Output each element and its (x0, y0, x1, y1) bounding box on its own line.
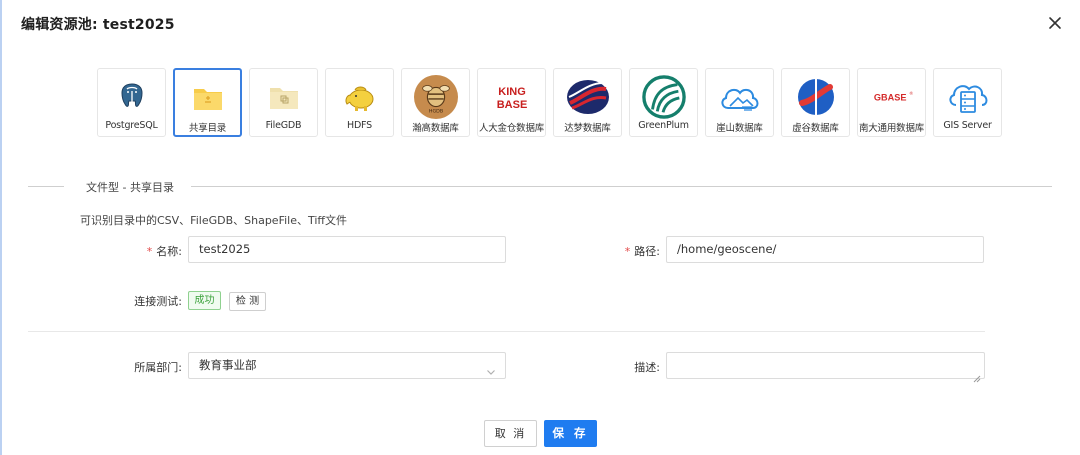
window-edge (0, 0, 2, 455)
gbase-registered-mark: ® (909, 90, 913, 96)
department-label: 所属部门: (134, 361, 182, 374)
type-label: FileGDB (265, 120, 302, 131)
name-label-wrap: * 名称: (110, 243, 182, 259)
resize-grip-icon[interactable] (973, 367, 981, 383)
type-label: PostgreSQL (105, 120, 158, 131)
type-card-xugu[interactable]: 虚谷数据库 (781, 68, 850, 137)
gbase-logo-icon: GBASE ® (870, 75, 914, 119)
highgo-logo-text: HGDB (428, 108, 442, 114)
type-label: 瀚高数据库 (412, 123, 459, 134)
dialog-title: 编辑资源池: test2025 (21, 17, 175, 33)
section-divider-left (28, 186, 64, 187)
form-divider (28, 331, 985, 332)
section-title: 文件型 - 共享目录 (86, 181, 174, 194)
datasource-type-list: PostgreSQL 共享目录 FileGDB HDFS HGDB 瀚高数据库 … (97, 68, 1009, 137)
name-label: 名称: (156, 245, 182, 258)
greenplum-logo-icon (641, 75, 686, 119)
required-mark: * (146, 245, 153, 258)
section-hint: 可识别目录中的CSV、FileGDB、ShapeFile、Tiff文件 (80, 214, 348, 227)
save-button[interactable]: 保 存 (544, 420, 597, 447)
required-mark: * (624, 245, 631, 258)
type-card-yashan[interactable]: 崖山数据库 (705, 68, 774, 137)
type-card-highgo[interactable]: HGDB 瀚高数据库 (401, 68, 470, 137)
gbase-logo-text: GBASE (873, 93, 906, 103)
xugu-logo-icon (794, 75, 838, 119)
connection-test-label: 连接测试: (134, 295, 182, 308)
chevron-down-icon (486, 361, 496, 375)
path-input[interactable]: /home/geoscene/ (666, 236, 984, 263)
type-card-hdfs[interactable]: HDFS (325, 68, 394, 137)
check-connection-button[interactable]: 检 测 (229, 292, 266, 311)
type-label: GIS Server (943, 120, 992, 131)
type-label: 共享目录 (188, 123, 227, 134)
cancel-button[interactable]: 取 消 (484, 420, 537, 447)
type-card-kingbase[interactable]: KING BASE 人大金仓数据库 (477, 68, 546, 137)
type-card-greenplum[interactable]: GreenPlum (629, 68, 698, 137)
kingbase-text-2: BASE (496, 99, 527, 111)
close-icon[interactable] (1044, 12, 1066, 34)
type-card-gis-server[interactable]: GIS Server (933, 68, 1002, 137)
department-value: 教育事业部 (199, 358, 257, 372)
kingbase-logo-icon: KING BASE (490, 75, 534, 119)
path-label: 路径: (634, 245, 660, 258)
postgresql-elephant-icon (110, 75, 154, 119)
gis-server-icon (946, 75, 990, 119)
description-textarea[interactable] (666, 352, 985, 383)
name-input[interactable]: test2025 (188, 236, 506, 263)
type-label: 崖山数据库 (716, 123, 763, 134)
path-label-wrap: * 路径: (588, 243, 660, 259)
type-label: 南大通用数据库 (858, 123, 925, 134)
type-label: 虚谷数据库 (792, 123, 839, 134)
hdfs-elephant-icon (338, 75, 382, 119)
description-label: 描述: (634, 361, 660, 374)
department-select[interactable]: 教育事业部 (188, 352, 506, 379)
filegdb-folder-icon (262, 75, 306, 119)
type-label: GreenPlum (638, 120, 689, 131)
connection-status-badge: 成功 (188, 291, 221, 310)
shared-folder-icon (186, 76, 230, 120)
type-card-postgresql[interactable]: PostgreSQL (97, 68, 166, 137)
edit-resource-pool-dialog: 编辑资源池: test2025 PostgreSQL 共享目录 FileGDB … (0, 0, 1080, 455)
kingbase-text-1: KING (498, 86, 526, 98)
type-label: 达梦数据库 (564, 123, 611, 134)
type-card-filegdb[interactable]: FileGDB (249, 68, 318, 137)
type-card-shared-directory[interactable]: 共享目录 (173, 68, 242, 137)
type-label: HDFS (347, 120, 372, 131)
type-label: 人大金仓数据库 (478, 123, 545, 134)
section-divider-right (191, 186, 1052, 187)
dameng-logo-icon (566, 75, 610, 119)
highgo-bee-icon: HGDB (413, 75, 458, 119)
type-card-gbase[interactable]: GBASE ® 南大通用数据库 (857, 68, 926, 137)
yashan-cloud-icon (718, 75, 762, 119)
type-card-dameng[interactable]: 达梦数据库 (553, 68, 622, 137)
